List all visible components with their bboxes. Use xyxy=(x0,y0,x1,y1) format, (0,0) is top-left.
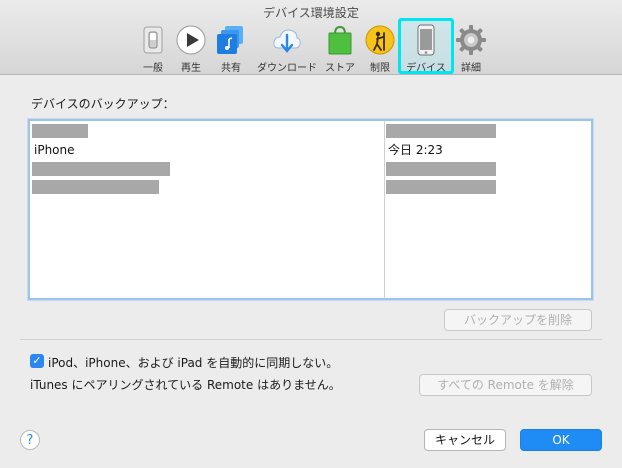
redacted-name-1 xyxy=(32,124,88,138)
prevent-sync-checkbox[interactable]: ✓ xyxy=(30,354,44,368)
tab-devices-label: デバイス xyxy=(406,63,446,74)
tab-restrictions[interactable]: 制限 xyxy=(363,22,397,74)
backups-section-label: デバイスのバックアップ： xyxy=(31,97,175,111)
preferences-toolbar: 一般 再生 共有 ダウンロード ストア 制限 デバイス 詳細 xyxy=(0,18,622,74)
prevent-sync-label: iPod、iPhone、および iPad を自動的に同期しない。 xyxy=(48,356,339,370)
backup-row-name[interactable]: iPhone xyxy=(34,143,75,157)
tab-store[interactable]: ストア xyxy=(323,22,357,74)
sharing-icon xyxy=(217,26,243,54)
delete-backup-button[interactable]: バックアップを削除 xyxy=(444,309,592,331)
device-backups-table[interactable]: iPhone 今日 2:23 xyxy=(28,119,593,300)
tab-general-label: 一般 xyxy=(143,63,163,74)
window-title: デバイス環境設定 xyxy=(263,6,359,20)
tab-download-label: ダウンロード xyxy=(257,63,317,74)
redacted-date-3 xyxy=(386,162,496,176)
redacted-date-4 xyxy=(386,180,496,194)
tab-store-label: ストア xyxy=(325,63,355,74)
gear-icon xyxy=(456,25,486,55)
general-switch-icon xyxy=(143,26,163,54)
backup-row-date[interactable]: 今日 2:23 xyxy=(388,143,443,157)
ok-button[interactable]: OK xyxy=(520,429,602,451)
help-button[interactable]: ? xyxy=(20,430,40,450)
download-icon xyxy=(273,29,301,53)
playback-icon xyxy=(176,25,206,55)
redacted-name-4 xyxy=(32,180,159,194)
tab-sharing-label: 共有 xyxy=(221,63,241,74)
tab-advanced-label: 詳細 xyxy=(461,63,481,74)
redacted-name-3 xyxy=(32,162,170,176)
column-divider xyxy=(384,121,385,298)
tab-playback-label: 再生 xyxy=(181,63,201,74)
reset-remotes-button[interactable]: すべての Remote を解除 xyxy=(419,374,592,396)
tab-advanced[interactable]: 詳細 xyxy=(455,22,487,74)
remote-status-text: iTunes にペアリングされている Remote はありません。 xyxy=(30,378,341,392)
tab-devices[interactable]: デバイス xyxy=(398,18,454,74)
window-titlebar: デバイス環境設定 一般 再生 共有 ダウンロード ストア 制限 デバイス 詳細 xyxy=(0,0,622,75)
cancel-button[interactable]: キャンセル xyxy=(424,429,506,451)
device-phone-icon xyxy=(417,24,435,56)
redacted-date-1 xyxy=(386,124,496,138)
tab-sharing[interactable]: 共有 xyxy=(214,22,248,74)
tab-restrictions-label: 制限 xyxy=(370,63,390,74)
tab-general[interactable]: 一般 xyxy=(136,22,170,74)
section-divider xyxy=(20,339,602,340)
store-bag-icon xyxy=(328,25,352,55)
tab-playback[interactable]: 再生 xyxy=(174,22,208,74)
tab-download[interactable]: ダウンロード xyxy=(255,22,319,74)
restrictions-icon xyxy=(365,25,395,55)
